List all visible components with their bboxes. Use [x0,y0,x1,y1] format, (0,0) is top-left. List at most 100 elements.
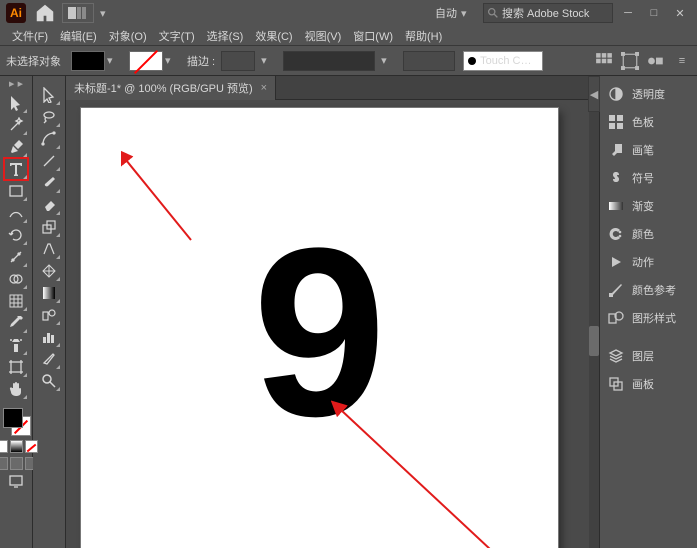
gradient-tool[interactable] [37,282,61,304]
arrange-documents-button[interactable] [62,3,94,23]
transform-icon[interactable] [621,52,639,70]
pen-tool[interactable] [4,136,28,158]
chevron-down-icon[interactable]: ▾ [165,54,177,67]
blend-tool[interactable] [37,304,61,326]
draw-normal-icon[interactable] [0,440,8,453]
chevron-down-icon[interactable]: ▾ [107,54,119,67]
line-segment-tool[interactable] [37,150,61,172]
stroke-swatch[interactable] [129,51,163,71]
toolbar-expand-icon[interactable]: ▶▶ [9,80,23,88]
hand-tool[interactable] [4,378,28,400]
draw-mode-1[interactable] [0,457,8,470]
curvature-tool[interactable] [37,128,61,150]
toolbar-left: ▶▶ [0,76,33,548]
fill-color-swatch[interactable] [3,408,23,428]
isolate-icon[interactable] [647,52,665,70]
app-logo: Ai [6,3,26,23]
menu-type[interactable]: 文字(T) [153,28,201,44]
artwork-glyph[interactable]: 9 [253,212,386,452]
column-graph-tool[interactable] [37,326,61,348]
panel-transparency[interactable]: 透明度 [600,80,697,108]
close-tab-icon[interactable]: × [261,82,267,94]
scroll-thumb[interactable] [589,326,599,356]
vertical-scrollbar[interactable] [589,76,599,548]
direct-selection-tool[interactable] [37,84,61,106]
home-icon[interactable] [34,2,56,24]
eyedropper-tool[interactable] [4,312,28,334]
toolbar-right [33,76,66,548]
mesh-tool[interactable] [4,290,28,312]
minimize-button[interactable]: ─ [617,3,639,23]
menu-file[interactable]: 文件(F) [6,28,54,44]
rotate-tool[interactable] [4,224,28,246]
menu-effect[interactable]: 效果(C) [249,28,298,44]
fill-stroke-swatches[interactable] [1,406,31,436]
graphic-style-dropdown[interactable]: Touch C… [463,51,543,71]
menu-edit[interactable]: 编辑(E) [54,28,103,44]
paintbrush-tool[interactable] [37,172,61,194]
gradient-icon[interactable] [10,440,23,453]
panel-color[interactable]: 颜色 [600,220,697,248]
chevron-down-icon[interactable]: ▾ [100,7,112,20]
document-tabstrip: 未标题-1* @ 100% (RGB/GPU 预览) × [66,76,599,100]
type-tool[interactable] [4,158,28,180]
slice-tool[interactable] [37,348,61,370]
align-icon[interactable] [595,52,613,70]
maximize-button[interactable]: □ [643,3,665,23]
graphic-style-value: Touch C… [480,55,531,67]
magic-wand-tool[interactable] [4,114,28,136]
panel-swatches[interactable]: 色板 [600,108,697,136]
document-tab[interactable]: 未标题-1* @ 100% (RGB/GPU 预览) × [66,76,276,100]
artboard-tool[interactable] [4,356,28,378]
width-tool[interactable] [4,246,28,268]
options-menu-icon[interactable]: ≡ [673,52,691,70]
chevron-down-icon[interactable]: ▾ [461,7,473,20]
close-button[interactable]: ✕ [669,3,691,23]
panel-collapse-icon[interactable]: ◀ [588,76,600,112]
pencil-tool[interactable] [4,202,28,224]
panel-actions[interactable]: 动作 [600,248,697,276]
fill-swatch[interactable] [71,51,105,71]
menu-window[interactable]: 窗口(W) [347,28,399,44]
menu-object[interactable]: 对象(O) [103,28,153,44]
symbol-sprayer-tool[interactable] [4,334,28,356]
scale-tool[interactable] [37,216,61,238]
chevron-down-icon[interactable]: ▾ [381,54,393,67]
menu-view[interactable]: 视图(V) [299,28,348,44]
stock-search-input[interactable]: 搜索 Adobe Stock [483,3,613,23]
chevron-down-icon[interactable]: ▾ [261,54,273,67]
titlebar: Ai ▾ 自动 ▾ 搜索 Adobe Stock ─ □ ✕ [0,0,697,26]
panel-color-guide[interactable]: 颜色参考 [600,276,697,304]
menu-help[interactable]: 帮助(H) [399,28,448,44]
stroke-weight-input[interactable] [221,51,255,71]
selection-tool[interactable] [4,92,28,114]
free-transform-tool[interactable] [37,238,61,260]
panel-symbols[interactable]: 符号 [600,164,697,192]
lasso-tool[interactable] [37,106,61,128]
zoom-tool[interactable] [37,370,61,392]
brush-definition[interactable] [283,51,375,71]
canvas[interactable]: 9 [66,100,599,548]
panel-artboards[interactable]: 画板 [600,370,697,398]
screen-mode-button[interactable] [4,470,28,492]
panel-brushes[interactable]: 画笔 [600,136,697,164]
panel-graphic-styles[interactable]: 图形样式 [600,304,697,332]
right-panel: ◀ 透明度 色板 画笔 符号 渐变 颜色 动作 颜色参考 图形样式 图层 画板 [599,76,697,548]
opacity-input[interactable] [403,51,455,71]
panel-layers[interactable]: 图层 [600,342,697,370]
style-dot-icon [468,57,476,65]
menu-select[interactable]: 选择(S) [201,28,250,44]
perspective-grid-tool[interactable] [37,260,61,282]
stroke-label: 描边 : [187,53,215,69]
eraser-tool[interactable] [37,194,61,216]
none-icon[interactable] [25,440,38,453]
draw-mode-2[interactable] [10,457,23,470]
artboard[interactable]: 9 [81,108,558,548]
selection-status: 未选择对象 [6,53,61,69]
stock-search-placeholder: 搜索 Adobe Stock [502,5,589,21]
workspace-label[interactable]: 自动 [435,5,457,21]
shape-builder-tool[interactable] [4,268,28,290]
document-tab-title: 未标题-1* @ 100% (RGB/GPU 预览) [74,80,253,96]
rectangle-tool[interactable] [4,180,28,202]
panel-gradient[interactable]: 渐变 [600,192,697,220]
